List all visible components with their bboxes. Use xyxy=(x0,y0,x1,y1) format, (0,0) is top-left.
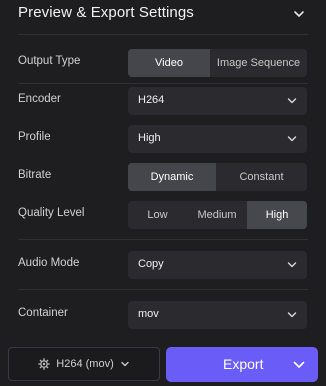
export-label: Export xyxy=(223,356,264,372)
quality-level-row: Quality Level Low Medium High xyxy=(0,201,326,229)
export-footer: H264 (mov) Export xyxy=(0,346,326,386)
panel-header[interactable]: Preview & Export Settings xyxy=(0,0,326,28)
audio-mode-value: Copy xyxy=(138,258,164,270)
container-row: Container mov xyxy=(0,301,326,329)
bitrate-dynamic-option[interactable]: Dynamic xyxy=(128,163,216,191)
output-type-video-option[interactable]: Video xyxy=(128,49,210,77)
divider xyxy=(18,239,308,240)
output-type-segmented-control: Video Image Sequence xyxy=(128,49,307,77)
container-label: Container xyxy=(18,307,68,319)
output-type-row: Output Type Video Image Sequence xyxy=(0,49,326,77)
chevron-down-icon xyxy=(287,262,297,268)
profile-label: Profile xyxy=(18,131,51,143)
bitrate-segmented-control: Dynamic Constant xyxy=(128,163,307,191)
divider xyxy=(18,289,308,290)
container-value: mov xyxy=(138,308,159,320)
encoder-label: Encoder xyxy=(18,93,61,105)
header-divider xyxy=(18,34,308,35)
chevron-down-icon xyxy=(287,312,297,318)
encoder-value: H264 xyxy=(138,94,165,106)
chevron-down-icon xyxy=(287,98,297,104)
panel-title: Preview & Export Settings xyxy=(18,4,194,21)
chevron-down-icon xyxy=(287,136,297,142)
chevron-down-icon xyxy=(121,361,129,367)
chevron-down-icon[interactable] xyxy=(292,7,306,21)
quality-level-segmented-control: Low Medium High xyxy=(128,201,307,229)
encoder-row: Encoder H264 xyxy=(0,87,326,115)
quality-level-label: Quality Level xyxy=(18,207,85,219)
output-type-label: Output Type xyxy=(18,55,81,67)
chevron-down-icon[interactable] xyxy=(292,358,306,372)
quality-low-option[interactable]: Low xyxy=(128,201,187,229)
preset-label: H264 (mov) xyxy=(56,358,114,370)
audio-mode-label: Audio Mode xyxy=(18,257,80,269)
divider xyxy=(18,83,308,84)
bitrate-row: Bitrate Dynamic Constant xyxy=(0,163,326,191)
profile-value: High xyxy=(138,132,161,144)
container-select[interactable]: mov xyxy=(128,301,307,329)
encoder-select[interactable]: H264 xyxy=(128,87,307,115)
audio-mode-row: Audio Mode Copy xyxy=(0,251,326,279)
profile-row: Profile High xyxy=(0,125,326,153)
quality-medium-option[interactable]: Medium xyxy=(187,201,247,229)
export-button[interactable]: Export xyxy=(166,347,318,382)
preset-settings-button[interactable]: H264 (mov) xyxy=(8,347,160,381)
export-settings-panel: Preview & Export Settings Output Type Vi… xyxy=(0,0,326,386)
audio-mode-select[interactable]: Copy xyxy=(128,251,307,279)
bitrate-label: Bitrate xyxy=(18,169,52,181)
output-type-image-sequence-option[interactable]: Image Sequence xyxy=(210,49,307,77)
profile-select[interactable]: High xyxy=(128,125,307,153)
bitrate-constant-option[interactable]: Constant xyxy=(216,163,307,191)
gear-icon xyxy=(38,358,51,370)
quality-high-option[interactable]: High xyxy=(247,201,307,229)
